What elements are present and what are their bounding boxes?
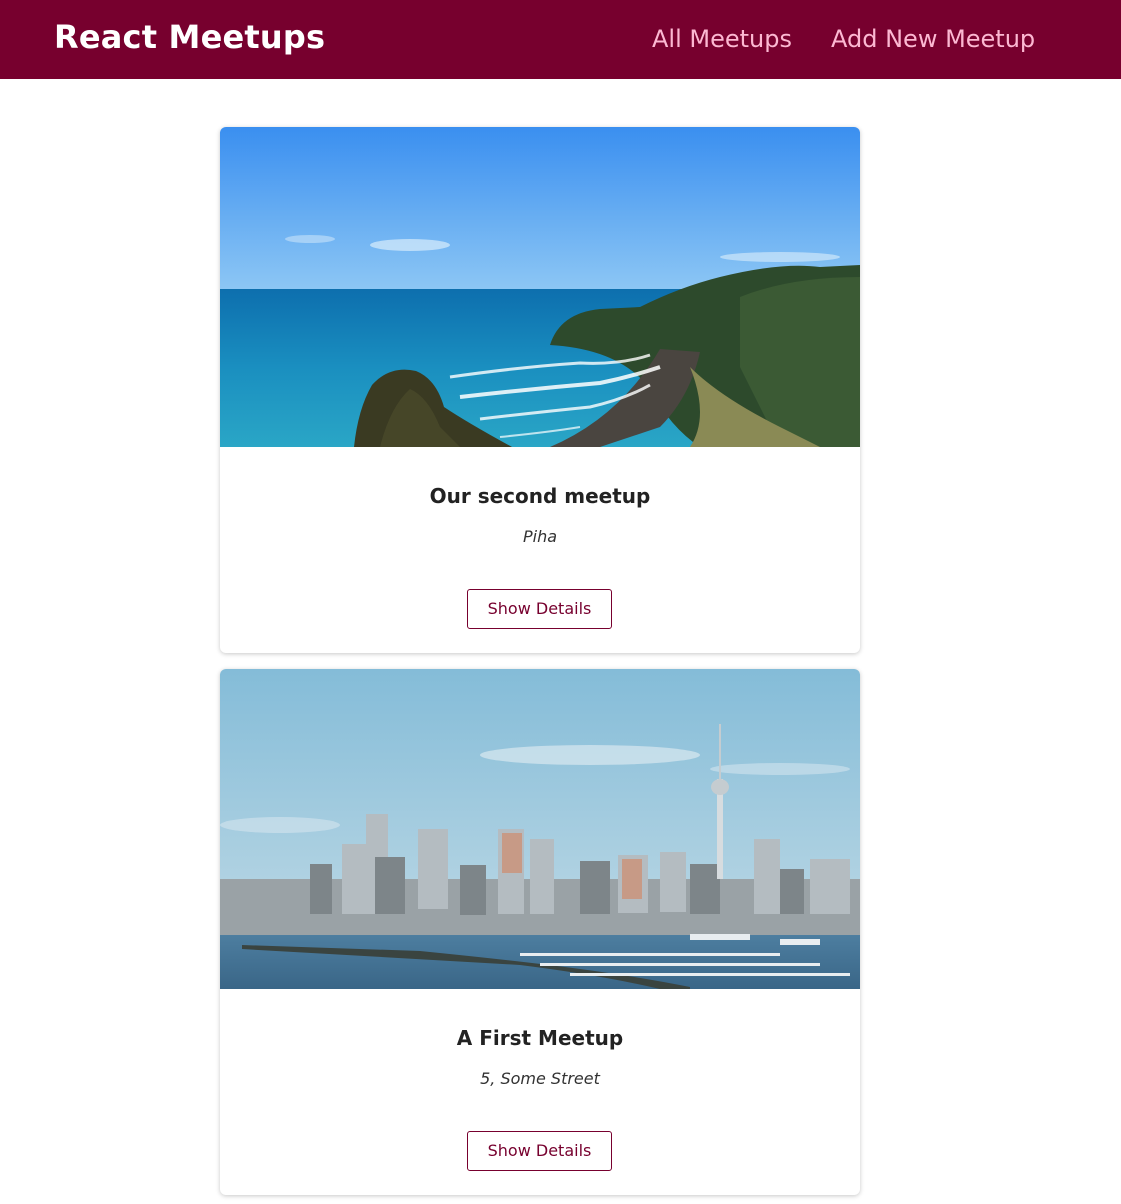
meetup-card: A First Meetup 5, Some Street Show Detai…	[220, 669, 860, 1195]
meetup-address: Piha	[522, 527, 558, 546]
meetup-title: Our second meetup	[429, 484, 651, 508]
nav-link-add-new-meetup[interactable]: Add New Meetup	[831, 25, 1035, 53]
show-details-button[interactable]: Show Details	[467, 589, 612, 629]
nav-link-all-meetups[interactable]: All Meetups	[652, 25, 792, 53]
show-details-button[interactable]: Show Details	[467, 1131, 612, 1171]
main-header: React Meetups All Meetups Add New Meetup	[0, 0, 1121, 79]
meetup-title: A First Meetup	[456, 1026, 624, 1050]
meetup-image-beach	[220, 127, 860, 447]
meetup-address: 5, Some Street	[480, 1069, 600, 1088]
meetup-card: Our second meetup Piha Show Details	[220, 127, 860, 653]
meetup-image-city	[220, 669, 860, 989]
site-logo[interactable]: React Meetups	[54, 18, 325, 56]
